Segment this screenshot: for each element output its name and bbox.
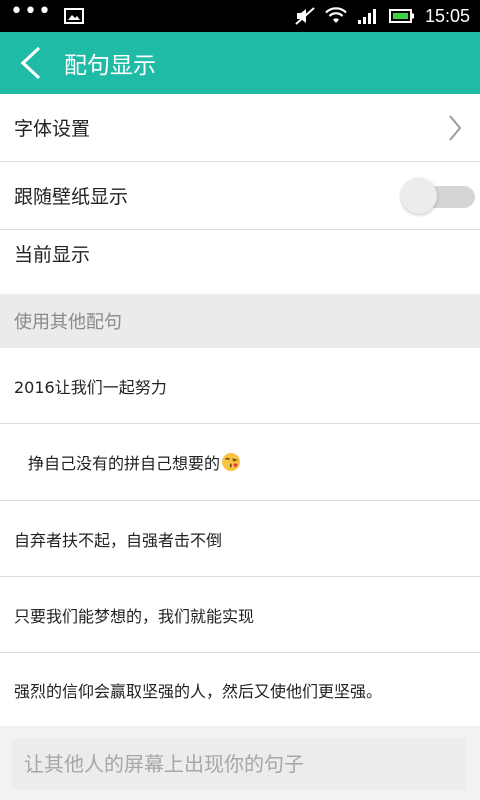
wifi-icon [325, 7, 347, 23]
current-display-row: 当前显示 [0, 230, 480, 294]
list-item[interactable]: 自弃者扶不起，自强者击不倒 [0, 501, 480, 576]
phrase-text: 挣自己没有的拼自己想要的 [28, 454, 221, 473]
current-display-label: 当前显示 [14, 244, 91, 266]
follow-wallpaper-label: 跟随壁纸显示 [14, 186, 129, 208]
mute-icon [295, 7, 315, 25]
follow-wallpaper-toggle[interactable] [401, 177, 475, 214]
list-item[interactable]: 强烈的信仰会赢取坚强的人，然后又使他们更坚强。 [0, 653, 480, 726]
chevron-left-icon [20, 46, 41, 80]
section-header-label: 使用其他配句 [14, 312, 122, 333]
list-item[interactable]: 挣自己没有的拼自己想要的 [0, 424, 480, 500]
follow-wallpaper-row: 跟随壁纸显示 [0, 162, 480, 229]
app-bar: 配句显示 [0, 32, 480, 94]
font-setting-label: 字体设置 [14, 118, 91, 140]
more-dots-icon: ••• [10, 0, 52, 24]
back-button[interactable] [0, 32, 62, 94]
phrase-text: 2016让我们一起努力 [14, 377, 167, 397]
toggle-knob [401, 177, 437, 214]
page-title: 配句显示 [64, 53, 156, 79]
phrase-text: 只要我们能梦想的，我们就能实现 [14, 606, 255, 626]
battery-icon [388, 9, 414, 23]
image-icon [63, 8, 84, 24]
font-setting-row[interactable]: 字体设置 [0, 94, 480, 161]
kiss-emoji-icon [222, 453, 241, 471]
custom-phrase-input[interactable] [12, 738, 466, 790]
bottom-input-area [0, 726, 480, 800]
list-item[interactable]: 2016让我们一起努力 [0, 348, 480, 423]
status-time: 15:05 [424, 5, 470, 26]
phrase-text: 强烈的信仰会赢取坚强的人，然后又使他们更坚强。 [14, 681, 383, 701]
chevron-right-icon [449, 114, 462, 141]
phrase-text: 自弃者扶不起，自强者击不倒 [14, 530, 223, 550]
list-item[interactable]: 只要我们能梦想的，我们就能实现 [0, 577, 480, 652]
status-bar: ••• 15:05 [0, 0, 480, 32]
section-header-other-phrases: 使用其他配句 [0, 294, 480, 348]
signal-icon [357, 9, 376, 24]
